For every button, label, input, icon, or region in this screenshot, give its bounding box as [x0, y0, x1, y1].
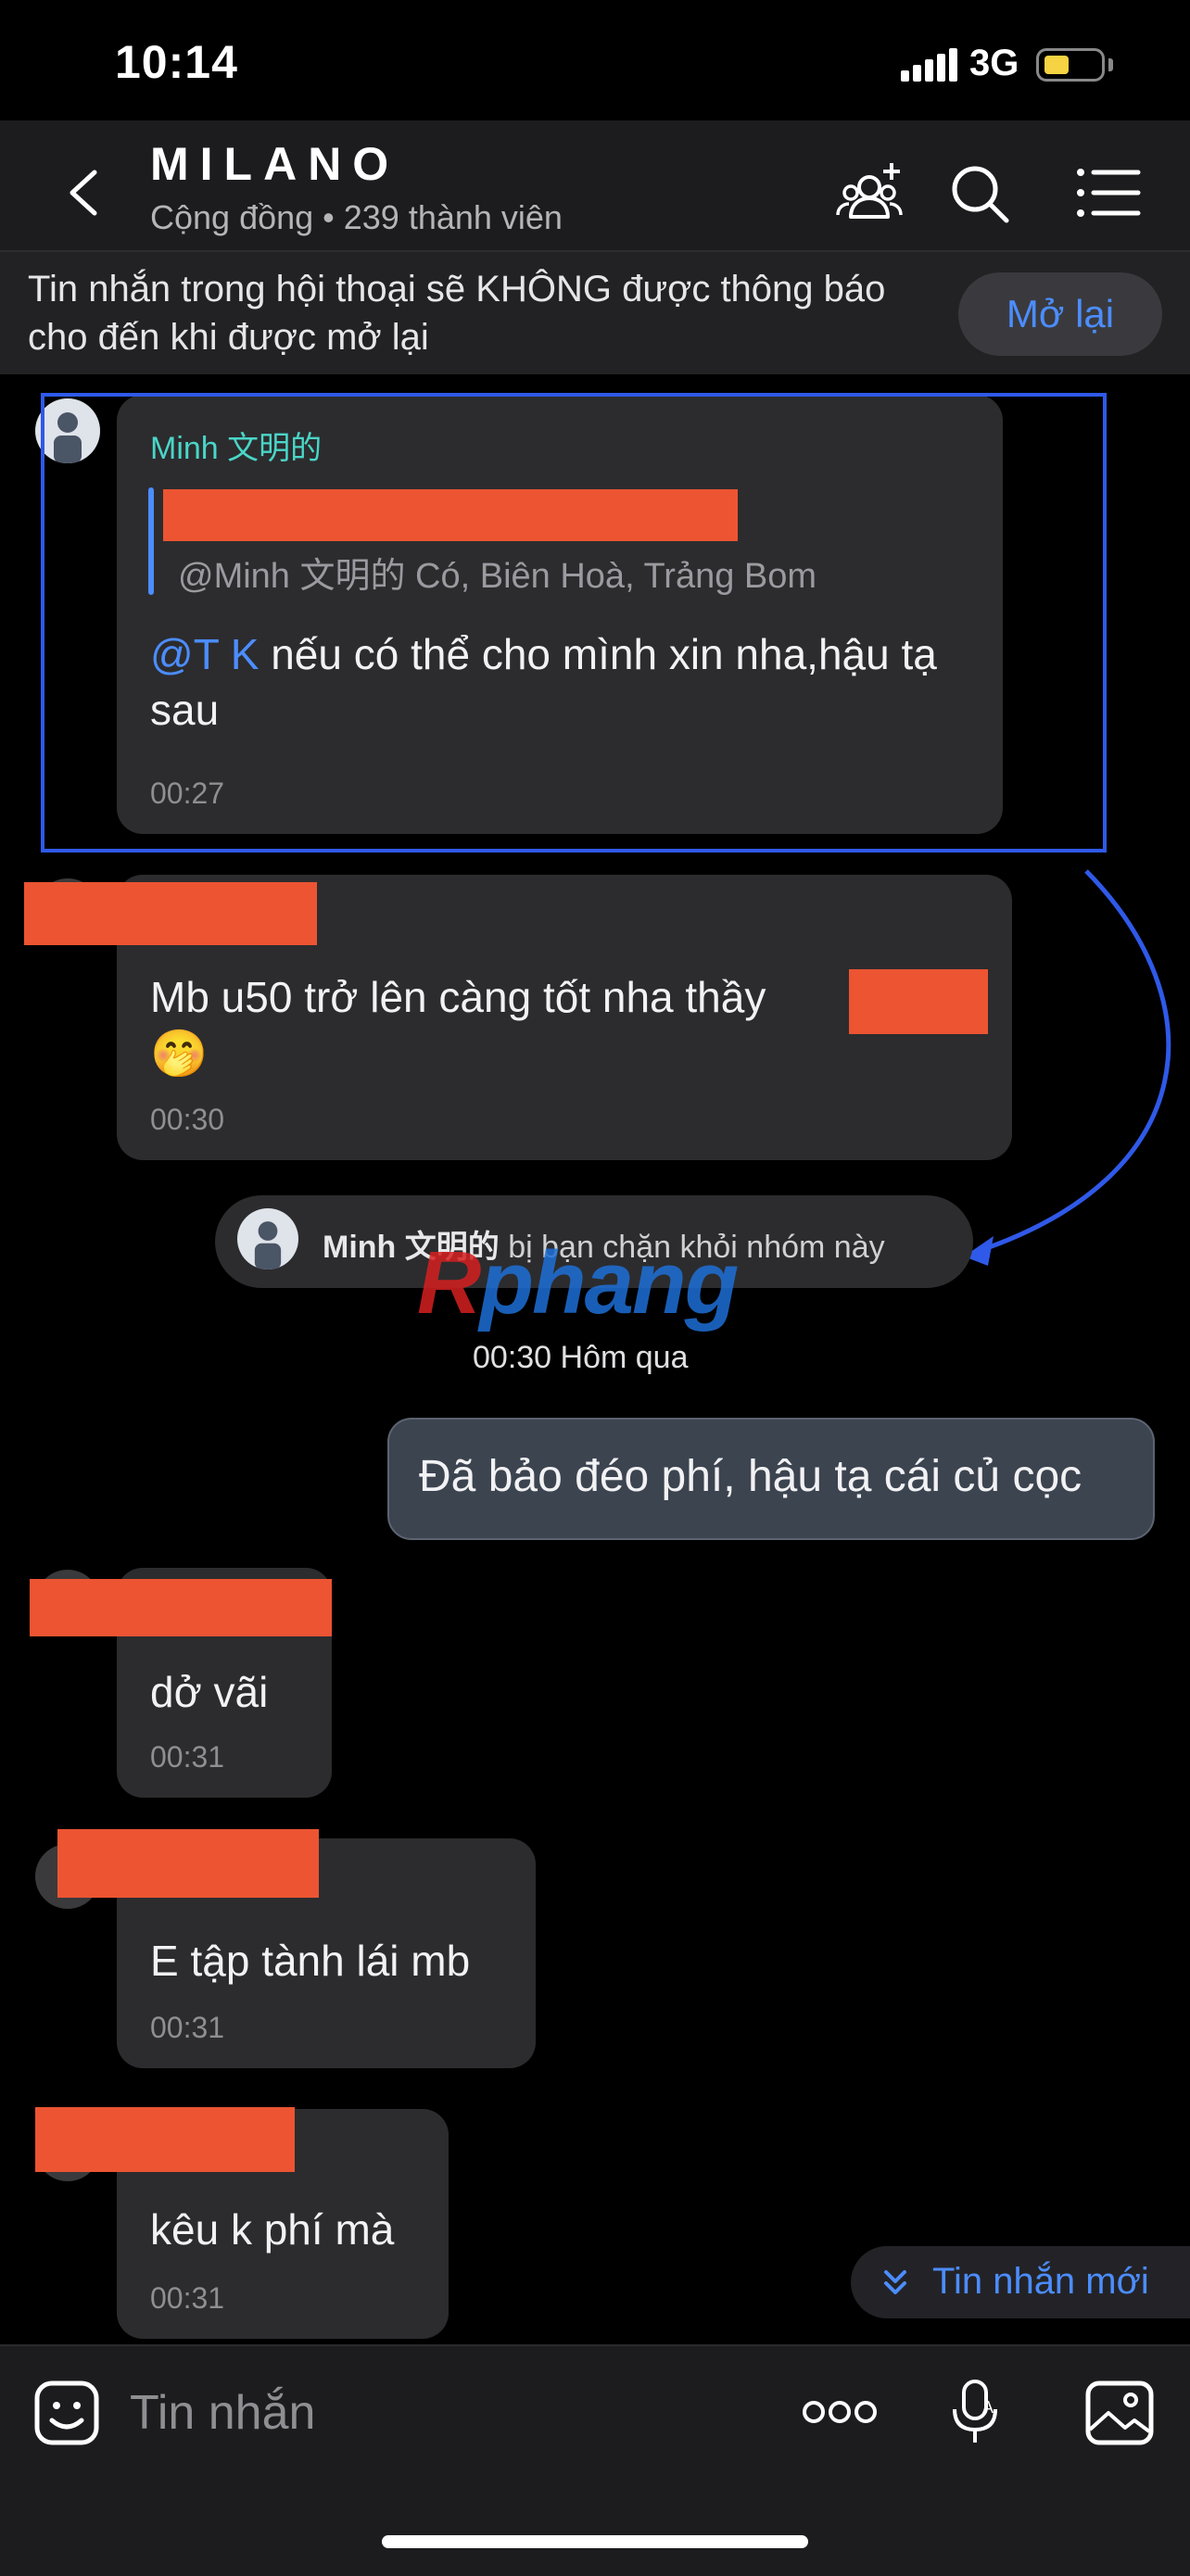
- new-messages-label: Tin nhắn mới: [932, 2261, 1149, 2302]
- double-chevron-down-icon: [884, 2270, 906, 2294]
- annotation-arrow: [964, 869, 1171, 1266]
- message-time: 00:31: [150, 1740, 225, 1774]
- sticker-icon[interactable]: [32, 2378, 102, 2448]
- redaction-block: [30, 1579, 332, 1636]
- message-text: dở vãi: [150, 1668, 269, 1716]
- image-icon[interactable]: [1082, 2378, 1157, 2448]
- watermark-logo: Rphang: [417, 1233, 739, 1332]
- svg-text:A: A: [982, 2398, 994, 2417]
- home-indicator[interactable]: [382, 2535, 808, 2548]
- outgoing-message-text: Đã bảo đéo phí, hậu tạ cái củ cọc: [419, 1452, 1082, 1501]
- message-time: 00:31: [150, 2281, 225, 2315]
- message-time: 00:31: [150, 2011, 225, 2044]
- message-input[interactable]: Tin nhắn: [130, 2385, 315, 2441]
- avatar: [237, 1208, 298, 1269]
- message-text: E tập tành lái mb: [150, 1937, 471, 1985]
- voice-icon[interactable]: A: [945, 2376, 1005, 2450]
- date-separator: 00:30 Hôm qua: [473, 1340, 689, 1375]
- redaction-block: [57, 1829, 319, 1898]
- redaction-block: [35, 2107, 295, 2172]
- more-icon[interactable]: [801, 2396, 879, 2428]
- message-text: kêu k phí mà: [150, 2205, 395, 2254]
